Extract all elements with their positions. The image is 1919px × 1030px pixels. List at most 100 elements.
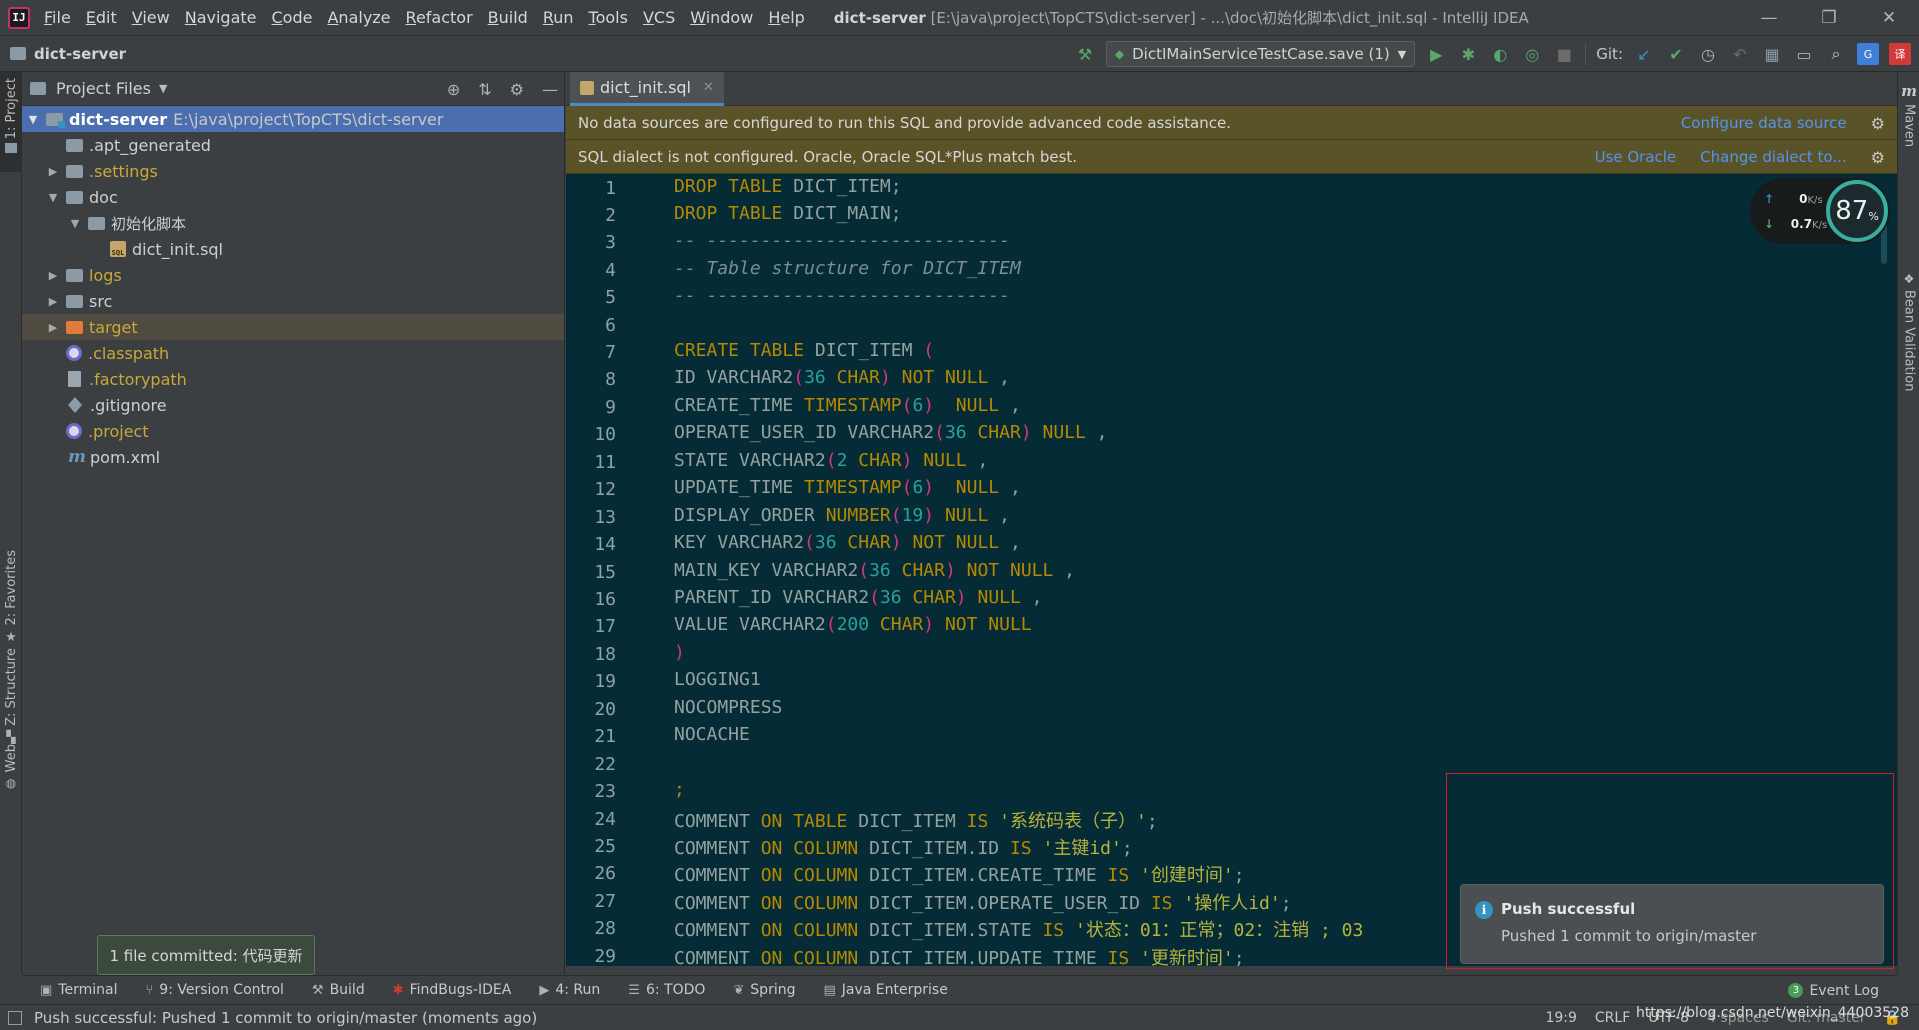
git-commit-icon[interactable]: ✔ [1665, 43, 1687, 65]
tree-item-pom-xml[interactable]: m pom.xml [22, 444, 564, 470]
code-token: NULL [934, 505, 989, 526]
menu-edit[interactable]: Edit [86, 8, 117, 27]
stop-icon[interactable]: ■ [1553, 43, 1575, 65]
tool-windows-toggle-icon[interactable] [8, 1011, 22, 1025]
code-token: ( [923, 340, 935, 361]
line-separator[interactable]: CRLF [1595, 1010, 1630, 1026]
menu-vcs[interactable]: VCS [643, 8, 675, 27]
tree-item-project[interactable]: .project [22, 418, 564, 444]
terminal-window-icon[interactable]: ▭ [1793, 43, 1815, 65]
restore-button[interactable]: ❐ [1799, 0, 1859, 36]
debug-icon[interactable]: ✱ [1457, 43, 1479, 65]
chevron-right-icon[interactable]: ▶ [46, 295, 60, 308]
build-hammer-icon[interactable]: ⚒ [1074, 43, 1096, 65]
close-button[interactable]: ✕ [1859, 0, 1919, 36]
menu-help[interactable]: Help [768, 8, 804, 27]
code-token: , [1020, 587, 1043, 608]
tool-build[interactable]: ⚒ Build [312, 982, 365, 998]
tool-todo[interactable]: ☰ 6: TODO [628, 982, 705, 998]
chevron-right-icon[interactable]: ▶ [46, 269, 60, 282]
code-token: , [988, 367, 1011, 388]
event-log-button[interactable]: 3 Event Log [1788, 976, 1879, 1005]
tool-java-enterprise[interactable]: ▤ Java Enterprise [823, 982, 947, 998]
configure-data-source-link[interactable]: Configure data source [1681, 114, 1847, 132]
tab-project-tool[interactable]: 1: Project [0, 72, 22, 172]
code-token: NULL [912, 450, 967, 471]
translate-icon[interactable]: G [1857, 43, 1879, 65]
code-token: NUMBER [825, 505, 891, 526]
push-notification[interactable]: i Push successful Pushed 1 commit to ori… [1460, 884, 1884, 964]
menu-analyze[interactable]: Analyze [327, 8, 390, 27]
menu-run[interactable]: Run [543, 8, 574, 27]
plugin-icon[interactable]: 译 [1889, 43, 1911, 65]
close-icon[interactable]: ✕ [703, 80, 714, 95]
menu-navigate[interactable]: Navigate [185, 8, 257, 27]
tree-item-settings[interactable]: ▶ .settings [22, 158, 564, 184]
tree-item-dict-server[interactable]: ▼ dict-server E:\java\project\TopCTS\dic… [22, 106, 564, 132]
tree-item-classpath[interactable]: .classpath [22, 340, 564, 366]
tool-label: Build [329, 982, 365, 998]
collapse-all-icon[interactable]: ⇅ [478, 80, 491, 99]
tree-item-factorypath[interactable]: .factorypath [22, 366, 564, 392]
run-configuration-select[interactable]: ◆ DictIMainServiceTestCase.save (1) ▼ [1105, 41, 1416, 67]
tab-favorites-tool[interactable]: 2: Favorites ★ [0, 550, 22, 645]
tab-bean-validation-tool[interactable]: ❖ Bean Validation [1898, 272, 1919, 391]
chevron-right-icon[interactable]: ▶ [46, 321, 60, 334]
coverage-icon[interactable]: ◐ [1489, 43, 1511, 65]
gear-icon[interactable]: ⚙ [510, 80, 524, 99]
tree-item-apt-generated[interactable]: .apt_generated [22, 132, 564, 158]
menu-refactor[interactable]: Refactor [406, 8, 473, 27]
project-structure-icon[interactable]: ▦ [1761, 43, 1783, 65]
minimize-button[interactable]: — [1739, 0, 1799, 36]
tree-item-src[interactable]: ▶ src [22, 288, 564, 314]
git-update-icon[interactable]: ↙ [1633, 43, 1655, 65]
menu-file[interactable]: File [44, 8, 71, 27]
breadcrumb-project[interactable]: dict-server [34, 45, 126, 63]
run-icon[interactable]: ▶ [1425, 43, 1447, 65]
tool-spring[interactable]: ❦ Spring [733, 982, 795, 998]
menu-tools[interactable]: Tools [589, 8, 628, 27]
profile-icon[interactable]: ◎ [1521, 43, 1543, 65]
code-line: -- ---------------------------- [674, 285, 1010, 306]
change-dialect-link[interactable]: Change dialect to... [1700, 148, 1846, 166]
menu-code[interactable]: Code [272, 8, 313, 27]
project-view-selector[interactable]: Project Files [56, 79, 151, 98]
tree-item-logs[interactable]: ▶ logs [22, 262, 564, 288]
tree-item-target[interactable]: ▶ target [22, 314, 564, 340]
caret-position[interactable]: 19:9 [1545, 1010, 1576, 1026]
tree-item-init-scripts[interactable]: ▼ 初始化脚本 [22, 210, 564, 236]
git-rollback-icon[interactable]: ↶ [1729, 43, 1751, 65]
tree-item-gitignore[interactable]: .gitignore [22, 392, 564, 418]
tool-terminal[interactable]: ▣ Terminal [40, 982, 117, 998]
hide-icon[interactable]: — [542, 80, 558, 99]
locate-icon[interactable]: ⊕ [447, 80, 460, 99]
code-token: ) [890, 532, 902, 553]
tool-run[interactable]: ▶ 4: Run [539, 982, 600, 998]
tool-findbugs[interactable]: ✱ FindBugs-IDEA [393, 982, 512, 998]
tab-web-tool[interactable]: Web ◍ [0, 744, 22, 794]
tree-item-dict-init-sql[interactable]: SQL dict_init.sql [22, 236, 564, 262]
project-panel-header: Project Files ▼ ⊕ ⇅ ⚙ — [22, 72, 564, 106]
gear-icon[interactable]: ⚙ [1871, 114, 1885, 133]
chevron-down-icon[interactable]: ▼ [68, 217, 82, 230]
chevron-down-icon[interactable]: ▼ [159, 82, 167, 95]
tab-dict-init-sql[interactable]: dict_init.sql ✕ [570, 72, 724, 106]
chevron-down-icon[interactable]: ▼ [26, 113, 40, 126]
code-token: CREATE TABLE [674, 340, 815, 361]
gear-icon[interactable]: ⚙ [1871, 148, 1885, 167]
menu-build[interactable]: Build [488, 8, 528, 27]
menu-window[interactable]: Window [690, 8, 753, 27]
code-token: 36 [804, 367, 826, 388]
git-history-icon[interactable]: ◷ [1697, 43, 1719, 65]
tab-maven-tool[interactable]: m Maven [1898, 82, 1919, 147]
menu-view[interactable]: View [132, 8, 170, 27]
search-icon[interactable]: ⌕ [1825, 43, 1847, 65]
tab-structure-tool[interactable]: Z: Structure ▚ [0, 648, 22, 744]
chevron-right-icon[interactable]: ▶ [46, 165, 60, 178]
tree-item-doc[interactable]: ▼ doc [22, 184, 564, 210]
use-oracle-link[interactable]: Use Oracle [1595, 148, 1677, 166]
tool-version-control[interactable]: ⑂ 9: Version Control [145, 982, 283, 998]
chevron-down-icon[interactable]: ▼ [46, 191, 60, 204]
status-message[interactable]: Push successful: Pushed 1 commit to orig… [34, 1009, 537, 1027]
folder-icon [30, 82, 46, 95]
